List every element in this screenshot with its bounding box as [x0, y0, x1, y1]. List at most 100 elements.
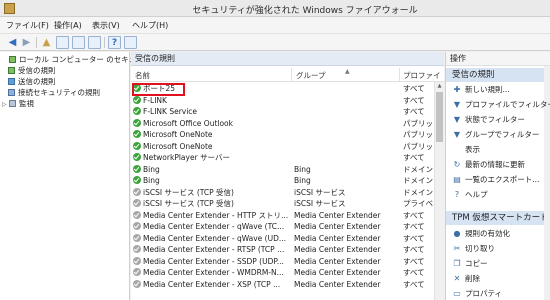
action-item[interactable]: 表示 — [446, 143, 550, 156]
table-row[interactable]: Media Center Extender - WMDRM-N... Media … — [131, 267, 434, 278]
action-item[interactable]: ✚ 新しい規則... — [446, 83, 550, 96]
column-group[interactable]: グループ — [296, 70, 326, 81]
export-list-icon[interactable] — [88, 36, 101, 49]
table-row[interactable]: F-LINK すべて — [131, 95, 434, 106]
rule-name: iSCSI サービス (TCP 受信) — [143, 187, 234, 197]
actions-group-label: 受信の規則 — [452, 70, 495, 80]
rule-profile: すべて — [403, 222, 425, 231]
rule-name: F-LINK — [143, 95, 167, 105]
rule-group: Media Center Extender — [294, 268, 381, 277]
show-pane-icon[interactable] — [72, 36, 85, 49]
table-row[interactable]: Bing Bing ドメイン, — [131, 175, 434, 186]
action-item[interactable]: ▤ 一覧のエクスポート... — [446, 173, 550, 186]
action-pane-icon[interactable] — [124, 36, 137, 49]
rule-name: F-LINK Service — [143, 107, 198, 116]
action-label: 表示 — [465, 145, 480, 154]
menu-file[interactable]: ファイル(F) — [6, 20, 49, 31]
action-item[interactable]: ▼ プロファイルでフィルター — [446, 98, 550, 111]
table-row[interactable]: NetworkPlayer サーバー すべて — [131, 152, 434, 163]
rule-name: Microsoft Office Outlook — [143, 118, 233, 128]
rule-name-cell: iSCSI サービス (TCP 受信) — [133, 187, 289, 198]
rule-name-cell: Media Center Extender - XSP (TCP ... — [133, 279, 289, 290]
column-profile[interactable]: プロファイ — [403, 70, 441, 81]
table-row[interactable]: iSCSI サービス (TCP 受信) iSCSI サービス ドメイン — [131, 187, 434, 198]
table-row[interactable]: Media Center Extender - XSP (TCP ... Medi… — [131, 279, 434, 290]
rule-group: Media Center Extender — [294, 233, 381, 243]
rule-name: Media Center Extender - SSDP (UDP... — [143, 256, 284, 266]
disabled-rule-icon — [133, 210, 141, 219]
rule-group: Bing — [294, 164, 311, 174]
table-row[interactable]: iSCSI サービス (TCP 受信) iSCSI サービス プライベー — [131, 198, 434, 209]
action-item[interactable]: ? ヘルプ — [446, 188, 550, 201]
rule-group: Bing — [294, 176, 311, 185]
menu-bar: ファイル(F) 操作(A) 表示(V) ヘルプ(H) — [0, 17, 550, 34]
table-row[interactable]: Media Center Extender - qWave (UD... Medi… — [131, 233, 434, 244]
tree-item-connection-security[interactable]: 接続セキュリティの規則 — [8, 88, 100, 98]
firewall-icon — [9, 56, 16, 63]
forward-icon[interactable]: ▶ — [20, 36, 33, 49]
column-divider[interactable] — [399, 68, 400, 81]
table-row[interactable]: Microsoft Office Outlook パブリック — [131, 118, 434, 129]
disabled-rule-icon — [133, 279, 141, 288]
enabled-check-icon — [133, 95, 141, 104]
action-label: 最新の情報に更新 — [465, 160, 525, 169]
rule-profile: すべて — [403, 210, 425, 220]
table-row[interactable]: Media Center Extender - HTTP ストリ... Media… — [131, 210, 434, 221]
action-item[interactable]: ✂ 切り取り — [446, 242, 550, 255]
enable-rule-icon: ● — [453, 229, 461, 238]
firewall-app-icon[interactable] — [4, 3, 15, 14]
actions-group-inbound-rules[interactable]: 受信の規則 — [446, 68, 550, 82]
rule-name-cell: Media Center Extender - HTTP ストリ... — [133, 210, 289, 221]
up-folder-icon[interactable]: ▲ — [40, 36, 53, 49]
pane-title: 受信の規則 — [131, 52, 444, 66]
table-row[interactable]: F-LINK Service すべて — [131, 106, 434, 117]
table-row[interactable]: Bing Bing ドメイン, — [131, 164, 434, 175]
help-icon: ? — [454, 190, 460, 199]
enabled-check-icon — [133, 118, 141, 127]
vertical-scrollbar[interactable]: ▲ — [434, 82, 444, 300]
action-item[interactable]: ↻ 最新の情報に更新 — [446, 158, 550, 171]
rule-name: Media Center Extender - qWave (UD... — [143, 233, 287, 243]
table-row[interactable]: Microsoft OneNote パブリック — [131, 141, 434, 152]
action-label: コピー — [465, 259, 488, 268]
rule-profile: パブリック — [403, 130, 433, 139]
column-name[interactable]: 名前 — [135, 70, 150, 81]
rule-name-cell: Media Center Extender - qWave (UD... — [133, 233, 289, 244]
tree-item-outbound-rules[interactable]: 送信の規則 — [8, 77, 56, 87]
action-item[interactable]: ● 規則の有効化 — [446, 227, 550, 240]
disabled-rule-icon — [133, 268, 141, 276]
actions-group-tpm[interactable]: TPM 仮想スマートカード管 — [446, 211, 550, 225]
table-row[interactable]: Microsoft OneNote パブリック — [131, 129, 434, 140]
rule-name-cell: F-LINK Service — [133, 106, 289, 117]
action-item[interactable]: ▭ プロパティ — [446, 287, 550, 300]
action-item[interactable]: ▼ グループでフィルター — [446, 128, 550, 141]
action-label: 状態でフィルター — [465, 115, 525, 124]
action-label: 規則の有効化 — [465, 229, 510, 238]
enabled-check-icon — [133, 153, 141, 161]
tree-item-inbound-rules[interactable]: 受信の規則 — [8, 66, 56, 76]
action-item[interactable]: ✕ 削除 — [446, 272, 550, 285]
action-label: プロパティ — [465, 289, 503, 298]
menu-view[interactable]: 表示(V) — [92, 20, 120, 31]
table-row[interactable]: Media Center Extender - SSDP (UDP... Medi… — [131, 256, 434, 267]
tree-item-monitoring[interactable]: ▷ 監視 — [2, 99, 34, 109]
rule-name-cell: Media Center Extender - WMDRM-N... — [133, 267, 289, 278]
rule-profile: すべて — [403, 95, 425, 105]
expand-arrow-icon[interactable]: ▷ — [2, 100, 9, 110]
table-row[interactable]: Media Center Extender - RTSP (TCP ... Med… — [131, 244, 434, 255]
menu-help[interactable]: ヘルプ(H) — [132, 20, 168, 31]
rule-name: Bing — [143, 176, 160, 185]
action-item[interactable]: ❐ コピー — [446, 257, 550, 270]
scrollbar-thumb[interactable] — [436, 92, 443, 142]
menu-action[interactable]: 操作(A) — [54, 20, 82, 31]
cut-icon: ✂ — [453, 244, 461, 253]
title-bar: セキュリティが強化された Windows ファイアウォール — [0, 0, 550, 17]
table-row[interactable]: Media Center Extender - qWave (TC... Medi… — [131, 221, 434, 232]
help-icon[interactable]: ? — [108, 36, 121, 49]
rules-pane: 受信の規則 名前 グループ ▲ プロファイ ポート25 すべて F-LINK すべて F… — [131, 52, 444, 300]
column-divider[interactable] — [291, 68, 292, 81]
back-icon[interactable]: ◀ — [6, 36, 19, 49]
show-tree-icon[interactable] — [56, 36, 69, 49]
action-item[interactable]: ▼ 状態でフィルター — [446, 113, 550, 126]
scroll-up-icon[interactable]: ▲ — [435, 82, 444, 91]
